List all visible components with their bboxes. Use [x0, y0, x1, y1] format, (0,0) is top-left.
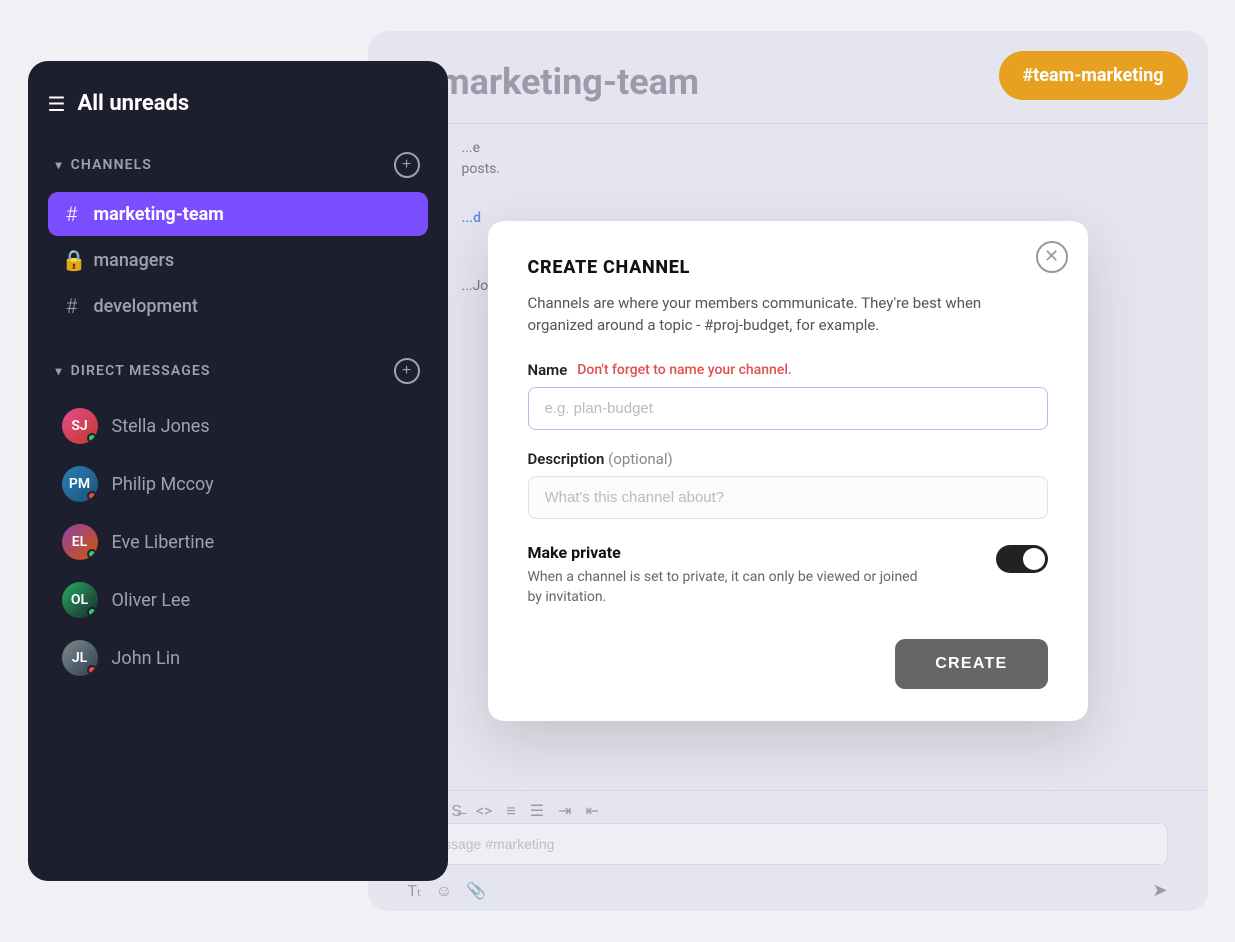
- dm-item-eve[interactable]: EL Eve Libertine: [48, 514, 428, 570]
- dm-name-john: John Lin: [112, 648, 181, 669]
- private-section: Make private When a channel is set to pr…: [528, 543, 1048, 607]
- channels-label: CHANNELS: [71, 157, 152, 173]
- channel-name: managers: [94, 250, 175, 271]
- floating-channel-tag: #team-marketing: [999, 51, 1188, 100]
- online-dot: [87, 549, 97, 559]
- dm-name-oliver: Oliver Lee: [112, 590, 191, 611]
- dialog-description: Channels are where your members communic…: [528, 292, 1048, 337]
- channel-description-input[interactable]: [528, 476, 1048, 519]
- channel-name: development: [94, 296, 198, 317]
- dm-name-philip: Philip Mccoy: [112, 474, 214, 495]
- channel-item-managers[interactable]: 🔒 managers: [48, 238, 428, 282]
- toggle-knob: [1023, 548, 1045, 570]
- channel-name: marketing-team: [94, 204, 224, 225]
- private-desc: When a channel is set to private, it can…: [528, 568, 928, 607]
- channel-name-input[interactable]: [528, 387, 1048, 430]
- dialog-overlay: ✕ CREATE CHANNEL Channels are where your…: [368, 31, 1208, 911]
- channel-item-development[interactable]: # development: [48, 284, 428, 328]
- sidebar-header: ☰ All unreads: [48, 91, 428, 116]
- offline-dot: [87, 665, 97, 675]
- dm-item-oliver[interactable]: OL Oliver Lee: [48, 572, 428, 628]
- channels-list: # marketing-team 🔒 managers # developmen…: [48, 192, 428, 328]
- avatar-stella: SJ: [62, 408, 98, 444]
- avatar-oliver: OL: [62, 582, 98, 618]
- dialog-title: CREATE CHANNEL: [528, 257, 1048, 278]
- private-info: Make private When a channel is set to pr…: [528, 543, 928, 607]
- dm-section-header: ▾ DIRECT MESSAGES +: [48, 352, 428, 390]
- avatar-john: JL: [62, 640, 98, 676]
- dm-name-eve: Eve Libertine: [112, 532, 215, 553]
- channel-lock-icon: 🔒: [62, 248, 82, 272]
- description-field-label: Description (optional): [528, 450, 1048, 468]
- name-field-error: Don't forget to name your channel.: [577, 362, 792, 378]
- add-dm-button[interactable]: +: [394, 358, 420, 384]
- channels-section-header: ▾ CHANNELS +: [48, 146, 428, 184]
- create-button[interactable]: CREATE: [895, 639, 1047, 689]
- online-dot: [87, 607, 97, 617]
- name-field-label: Name Don't forget to name your channel.: [528, 361, 1048, 379]
- avatar-eve: EL: [62, 524, 98, 560]
- dm-chevron-icon[interactable]: ▾: [56, 364, 63, 378]
- main-area: # marketing-team ...eposts. ...d ...John: [368, 31, 1208, 911]
- create-channel-dialog: ✕ CREATE CHANNEL Channels are where your…: [488, 221, 1088, 721]
- channels-chevron-icon[interactable]: ▾: [56, 158, 63, 172]
- hamburger-icon[interactable]: ☰: [48, 94, 66, 114]
- offline-dot: [87, 491, 97, 501]
- dm-name-stella: Stella Jones: [112, 416, 210, 437]
- avatar-philip: PM: [62, 466, 98, 502]
- dm-item-stella[interactable]: SJ Stella Jones: [48, 398, 428, 454]
- private-toggle[interactable]: [996, 545, 1048, 573]
- online-dot: [87, 433, 97, 443]
- close-dialog-button[interactable]: ✕: [1036, 241, 1068, 273]
- sidebar: ☰ All unreads ▾ CHANNELS + # marketing-t…: [28, 61, 448, 881]
- dm-item-john[interactable]: JL John Lin: [48, 630, 428, 686]
- add-channel-button[interactable]: +: [394, 152, 420, 178]
- dm-section: ▾ DIRECT MESSAGES + SJ Stella Jones PM P…: [48, 352, 428, 686]
- channel-hash-icon: #: [62, 202, 82, 226]
- private-title: Make private: [528, 543, 928, 562]
- dm-label: DIRECT MESSAGES: [71, 363, 211, 379]
- channel-item-marketing-team[interactable]: # marketing-team: [48, 192, 428, 236]
- sidebar-title: All unreads: [77, 91, 189, 116]
- dm-item-philip[interactable]: PM Philip Mccoy: [48, 456, 428, 512]
- channel-hash-icon: #: [62, 294, 82, 318]
